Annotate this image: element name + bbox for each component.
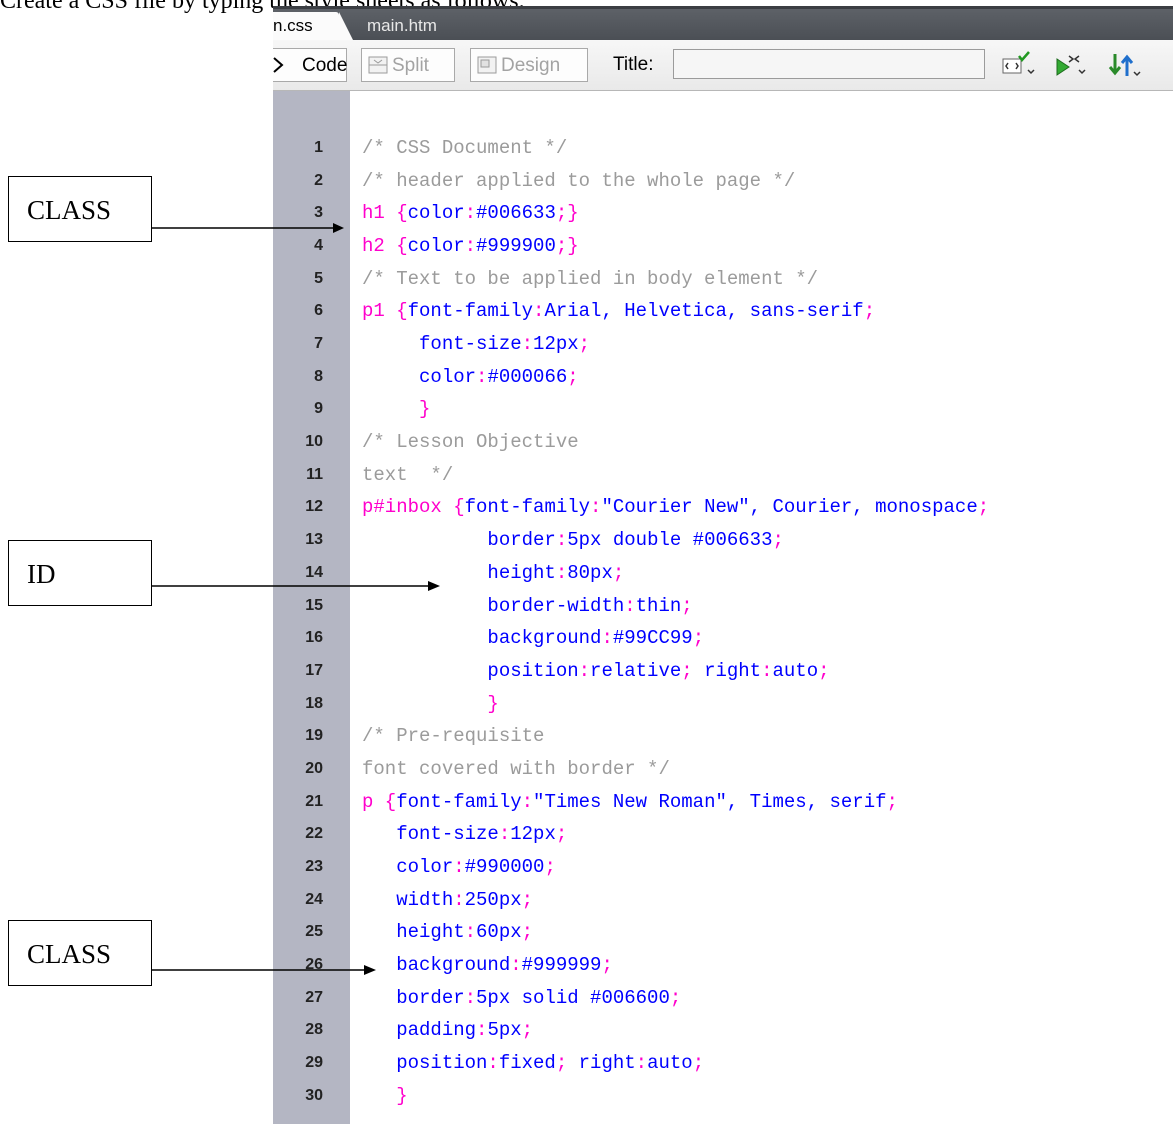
arrow-class-2 — [152, 965, 376, 975]
arrow-id — [152, 581, 440, 591]
arrow-class-1 — [152, 223, 344, 233]
annotation-arrows — [152, 223, 440, 975]
